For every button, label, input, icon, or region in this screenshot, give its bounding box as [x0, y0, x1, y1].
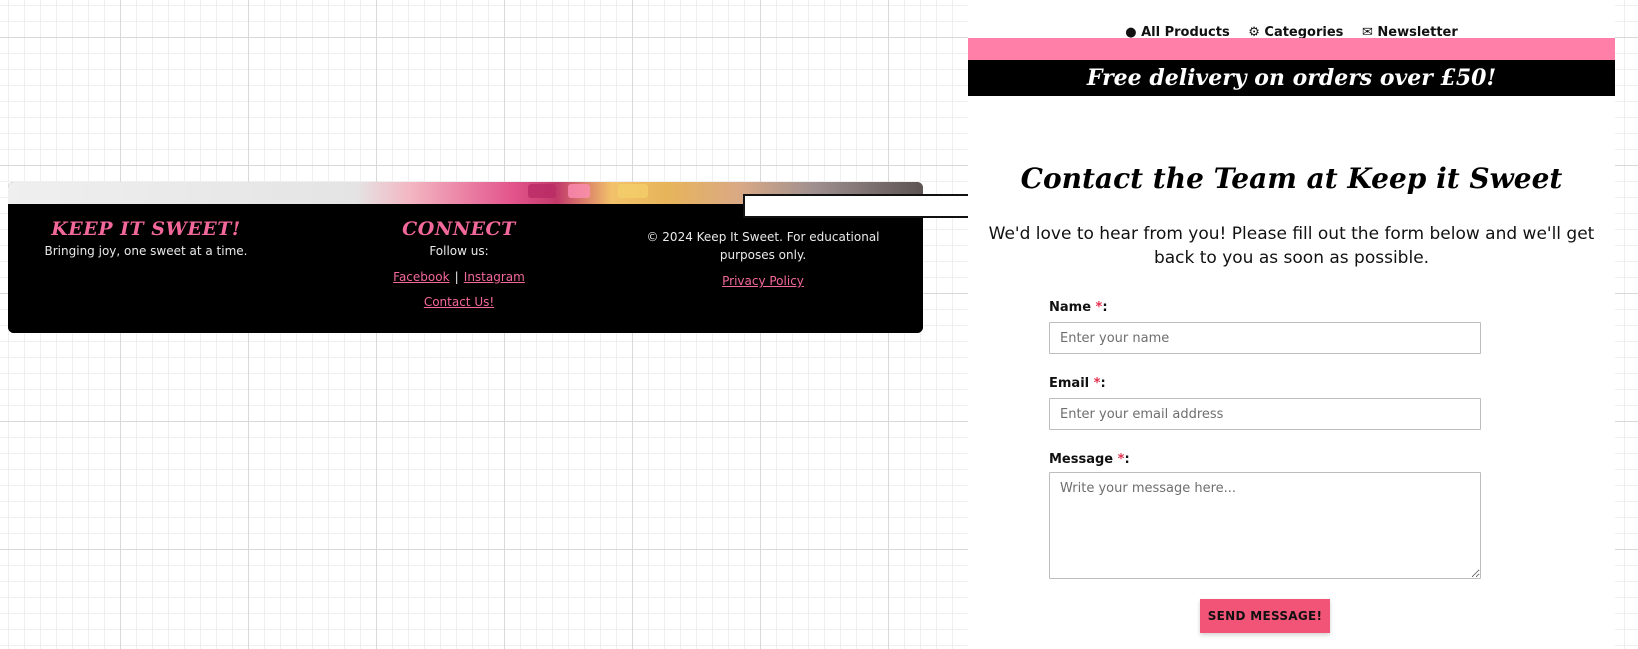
footer-connect-heading: CONNECT — [402, 218, 516, 240]
copyright-text: © 2024 Keep It Sweet. For educational pu… — [646, 230, 880, 262]
footer-social-links: Facebook | Instagram — [316, 266, 602, 285]
footer-connect-column: CONNECT Follow us: Facebook | Instagram … — [316, 204, 602, 310]
footer-follow-label: Follow us: — [429, 244, 489, 258]
contact-us-link[interactable]: Contact Us! — [424, 295, 494, 309]
message-label: Message *: — [1049, 452, 1130, 467]
promo-banner: Free delivery on orders over £50! — [968, 60, 1615, 96]
email-label-text: Email — [1049, 376, 1090, 391]
link-separator: | — [454, 270, 459, 284]
required-marker: * — [1093, 376, 1101, 391]
email-label: Email *: — [1049, 376, 1106, 391]
footer-contact-row: Contact Us! — [316, 291, 602, 310]
candy-shape — [618, 184, 648, 198]
name-label: Name *: — [1049, 300, 1108, 315]
contact-form: Name *: Email *: Message *: — [1049, 300, 1481, 579]
candy-shape — [528, 184, 556, 198]
candy-shape — [568, 184, 590, 198]
name-label-text: Name — [1049, 300, 1092, 315]
name-input[interactable] — [1049, 322, 1481, 354]
required-marker: * — [1117, 452, 1125, 467]
send-message-button[interactable]: SEND MESSAGE! — [1200, 599, 1330, 633]
message-label-text: Message — [1049, 452, 1114, 467]
top-nav: ● All Products ⚙ Categories ✉ Newsletter — [968, 0, 1615, 40]
required-marker: * — [1095, 300, 1103, 315]
contact-page-preview: ● All Products ⚙ Categories ✉ Newsletter… — [968, 0, 1615, 649]
facebook-link[interactable]: Facebook — [393, 270, 449, 284]
email-input[interactable] — [1049, 398, 1481, 430]
footer-tagline: Bringing joy, one sweet at a time. — [44, 244, 248, 258]
intro-text: We'd love to hear from you! Please fill … — [988, 224, 1595, 268]
footer-brand-heading: KEEP IT SWEET! — [51, 218, 241, 240]
privacy-policy-link[interactable]: Privacy Policy — [722, 274, 804, 288]
message-textarea[interactable] — [1049, 472, 1481, 579]
page-title: Contact the Team at Keep it Sweet — [1020, 162, 1563, 195]
instagram-link[interactable]: Instagram — [464, 270, 525, 284]
pink-header-strip — [968, 38, 1615, 60]
footer-brand-column: KEEP IT SWEET! Bringing joy, one sweet a… — [8, 204, 284, 260]
